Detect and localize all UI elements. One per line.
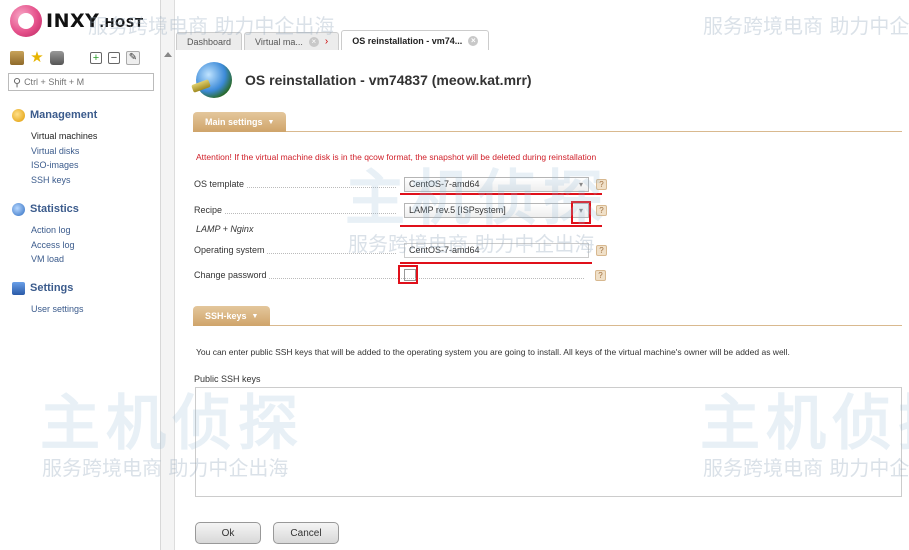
recipe-select[interactable]: LAMP rev.5 [ISPsystem] ▾: [404, 202, 589, 218]
public-ssh-keys-label: Public SSH keys: [194, 374, 261, 384]
os-template-row: OS template CentOS-7-amd64 ▾ ?: [194, 176, 607, 192]
sidebar-item-virtual-disks[interactable]: Virtual disks: [31, 144, 97, 159]
sidebar-item-access-log[interactable]: Access log: [31, 238, 79, 253]
expand-all-icon[interactable]: +: [90, 52, 102, 64]
logo-icon: [10, 5, 42, 37]
close-icon[interactable]: ×: [308, 36, 319, 47]
section-label: SSH-keys: [205, 311, 247, 321]
nav-items-management: Virtual machines Virtual disks ISO-image…: [31, 129, 97, 187]
operating-system-row: Operating system CentOS-7-amd64 ?: [194, 242, 607, 258]
nav-items-settings: User settings: [31, 302, 84, 317]
nav-group-statistics: Statistics Action log Access log VM load: [12, 202, 79, 267]
sidebar-collapse-strip[interactable]: [161, 0, 175, 550]
operating-system-field: CentOS-7-amd64: [404, 242, 589, 258]
caret-down-icon: ▼: [251, 312, 259, 320]
logo-suffix: .HOST: [99, 16, 144, 30]
recipe-label: Recipe: [194, 205, 225, 215]
favorites-star-icon[interactable]: ★: [30, 50, 44, 65]
form-label: Operating system: [194, 245, 404, 255]
sidebar-item-ssh-keys[interactable]: SSH keys: [31, 173, 97, 188]
label-dots: [194, 213, 396, 214]
tab-dashboard[interactable]: Dashboard: [176, 32, 243, 50]
logo[interactable]: INXY.HOST: [10, 4, 144, 38]
tab-os-reinstallation[interactable]: OS reinstallation - vm74... ×: [341, 30, 490, 50]
sidebar-toolbar: ★ + − ✎: [10, 50, 155, 66]
nav-group-management: Management Virtual machines Virtual disk…: [12, 108, 97, 187]
settings-icon: [12, 281, 25, 295]
search-input[interactable]: [24, 77, 145, 87]
recipe-value: LAMP rev.5 [ISPsystem]: [409, 205, 506, 215]
nav-head-management[interactable]: Management: [12, 108, 97, 122]
menu-search[interactable]: ⚲: [8, 73, 154, 91]
page-title: OS reinstallation - vm74837 (meow.kat.mr…: [245, 72, 532, 88]
logo-text: INXY: [46, 10, 100, 32]
highlight-underline: [400, 193, 602, 195]
sidebar-item-iso-images[interactable]: ISO-images: [31, 158, 97, 173]
ok-button[interactable]: Ok: [195, 522, 261, 544]
os-template-label: OS template: [194, 179, 247, 189]
public-ssh-keys-textarea[interactable]: [195, 387, 902, 497]
tree-view-icon[interactable]: [10, 51, 24, 65]
recipe-note: LAMP + Nginx: [196, 224, 254, 234]
page-header: OS reinstallation - vm74837 (meow.kat.mr…: [196, 62, 532, 98]
nav-head-statistics[interactable]: Statistics: [12, 202, 79, 216]
pin-icon[interactable]: ✎: [126, 51, 140, 65]
operating-system-label: Operating system: [194, 245, 267, 255]
sidebar-item-action-log[interactable]: Action log: [31, 223, 79, 238]
caret-down-icon: ▼: [267, 118, 275, 126]
tab-virtual-machines[interactable]: Virtual ma... × ›: [244, 32, 340, 50]
os-template-select[interactable]: CentOS-7-amd64 ▾: [404, 176, 589, 192]
chevron-right-icon: ›: [324, 36, 329, 47]
management-icon: [12, 108, 25, 122]
tab-label: Virtual ma...: [255, 36, 303, 47]
highlight-underline: [400, 262, 592, 264]
highlight-underline: [400, 225, 602, 227]
watermark-slogan: 服务跨境电商 助力中企出海: [703, 14, 909, 38]
sidebar-item-vm-load[interactable]: VM load: [31, 252, 79, 267]
form-label: Recipe: [194, 205, 404, 215]
collapse-all-icon[interactable]: −: [108, 52, 120, 64]
close-icon[interactable]: ×: [468, 35, 479, 46]
change-password-label: Change password: [194, 270, 269, 280]
help-icon[interactable]: ?: [595, 269, 606, 281]
nav-items-statistics: Action log Access log VM load: [31, 223, 79, 267]
nav-head-label: Management: [30, 109, 98, 121]
qcow-warning: Attention! If the virtual machine disk i…: [196, 152, 597, 162]
chevron-down-icon: ▾: [578, 179, 583, 189]
tab-label: Dashboard: [187, 36, 232, 47]
main-settings-toggle[interactable]: Main settings ▼: [193, 112, 287, 132]
nav-head-label: Statistics: [30, 203, 79, 215]
nav-head-settings[interactable]: Settings: [12, 281, 84, 295]
os-template-value: CentOS-7-amd64: [409, 179, 480, 189]
tab-bar: Dashboard Virtual ma... × › OS reinstall…: [176, 30, 491, 50]
recipe-row: Recipe LAMP rev.5 [ISPsystem] ▾ ?: [194, 202, 607, 218]
form-label: OS template: [194, 179, 404, 189]
cancel-button[interactable]: Cancel: [273, 522, 339, 544]
help-icon[interactable]: ?: [596, 204, 607, 216]
highlight-box: [398, 265, 418, 284]
help-icon[interactable]: ?: [596, 244, 607, 256]
main-settings-section: Main settings ▼: [193, 112, 902, 132]
ssh-keys-toggle[interactable]: SSH-keys ▼: [193, 306, 271, 326]
sidebar-item-virtual-machines[interactable]: Virtual machines: [31, 129, 97, 144]
section-label: Main settings: [205, 117, 263, 127]
ssh-keys-info: You can enter public SSH keys that will …: [196, 347, 790, 357]
nav-group-settings: Settings User settings: [12, 281, 84, 317]
collapse-arrow-icon[interactable]: [164, 52, 172, 57]
ssh-keys-section: SSH-keys ▼: [193, 306, 902, 326]
form-label: Change password: [194, 270, 584, 280]
tab-label: OS reinstallation - vm74...: [352, 35, 463, 46]
sidebar-item-user-settings[interactable]: User settings: [31, 302, 84, 317]
statistics-icon: [12, 202, 25, 216]
globe-install-icon: [196, 62, 232, 98]
help-icon[interactable]: ?: [596, 178, 607, 190]
nav-head-label: Settings: [30, 282, 74, 294]
highlight-box: [571, 201, 591, 224]
operating-system-value: CentOS-7-amd64: [409, 245, 480, 255]
search-icon: ⚲: [13, 76, 22, 89]
sidebar: INXY.HOST ★ + − ✎ ⚲ Management Virtual m…: [0, 0, 161, 550]
disk-icon[interactable]: [50, 51, 64, 65]
